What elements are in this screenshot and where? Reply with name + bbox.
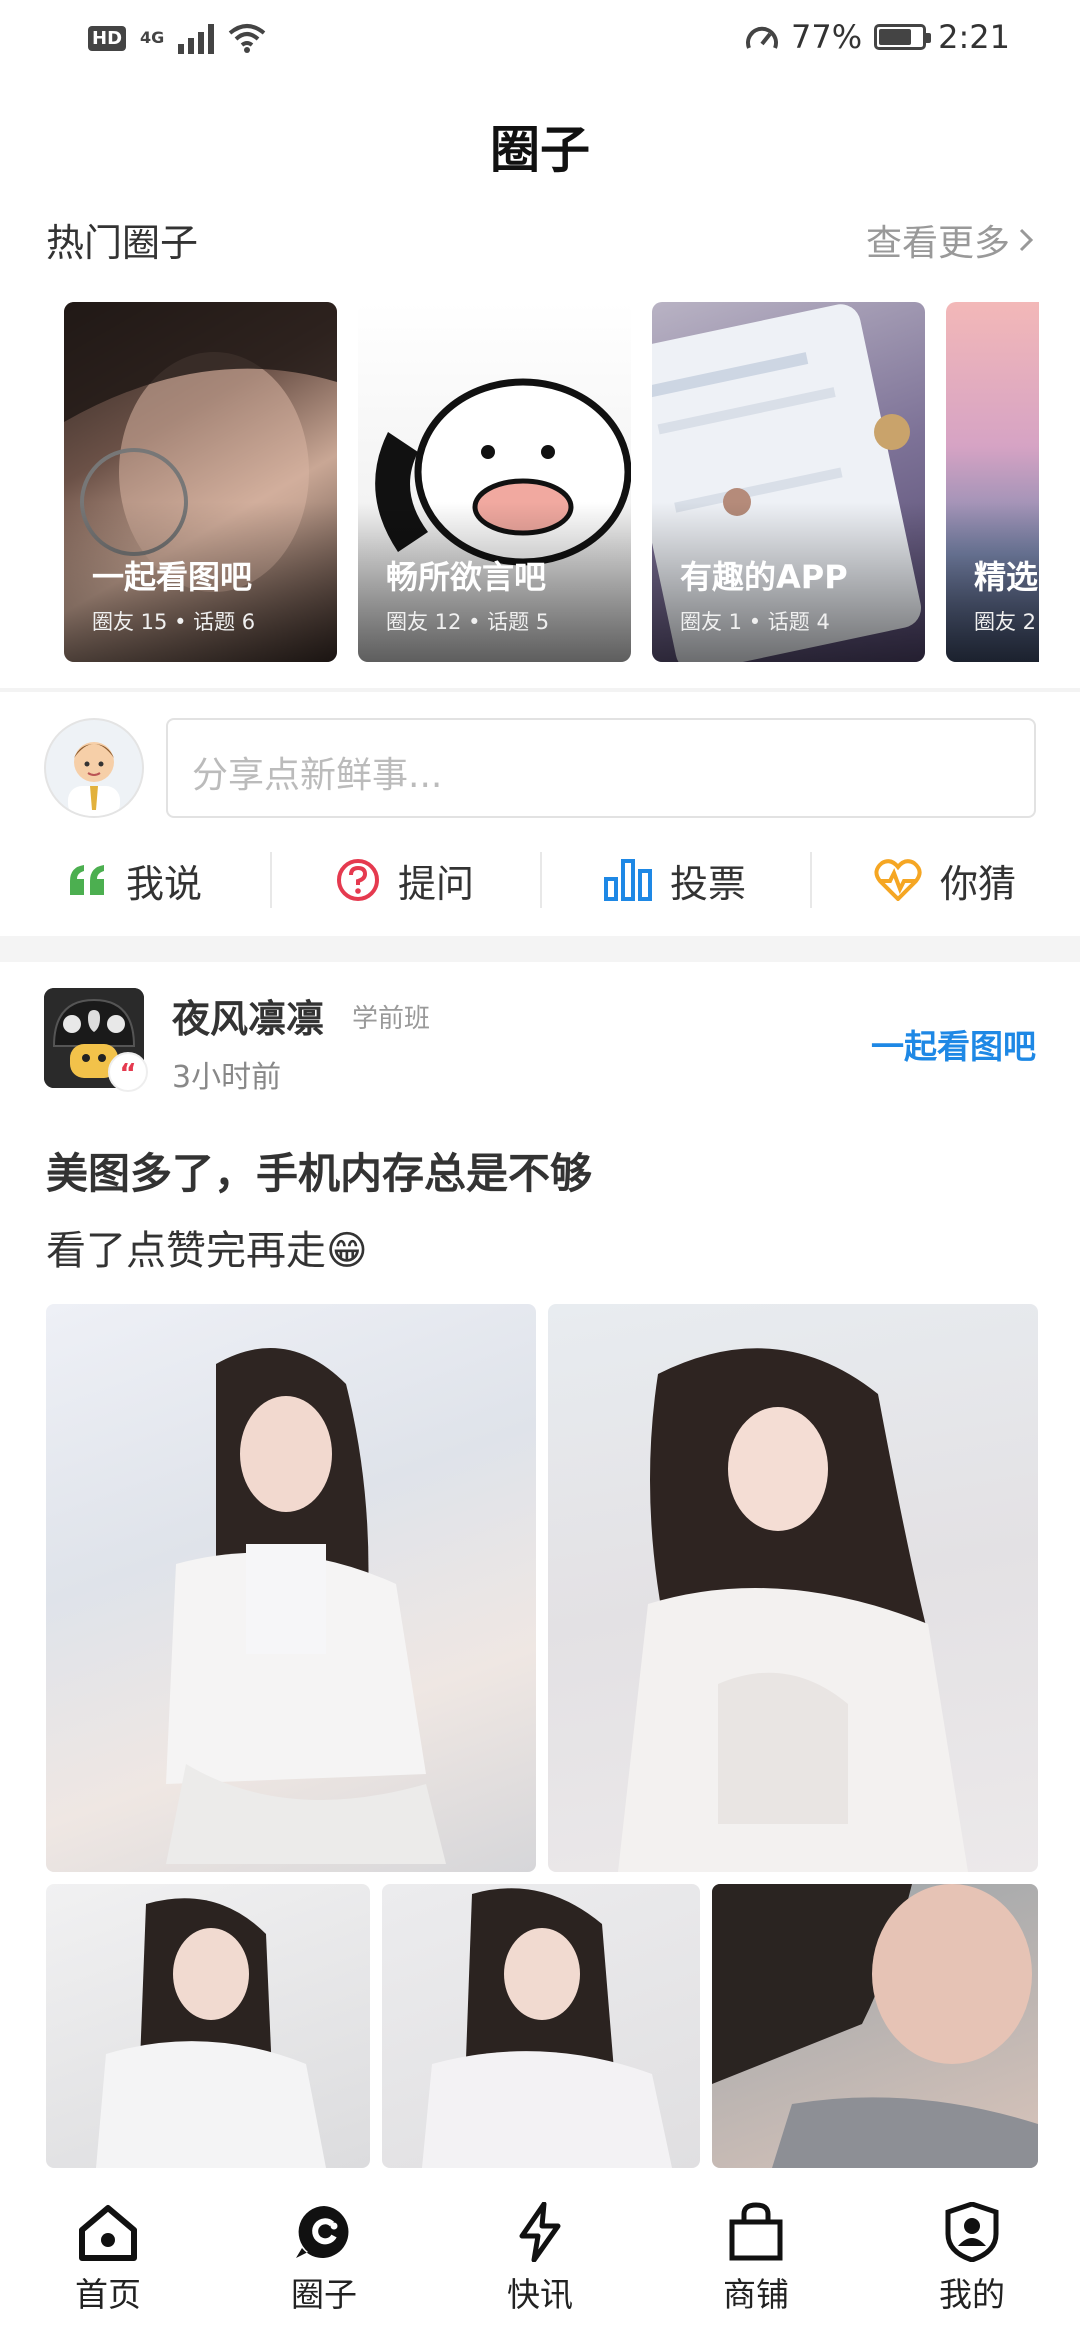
question-icon (336, 859, 379, 901)
home-icon (79, 2205, 137, 2261)
tab-label: 首页 (75, 2275, 141, 2314)
post-image[interactable] (548, 1304, 1038, 1872)
lightning-icon (519, 2202, 561, 2262)
heart-pulse-icon (874, 859, 922, 901)
feed-separator (0, 936, 1080, 962)
circle-card[interactable]: 精选 圈友 2 (946, 302, 1039, 662)
circle-card-stats: 圈友 12 • 话题 5 (386, 610, 550, 634)
circle-card[interactable]: 畅所欲言吧 圈友 12 • 话题 5 (358, 302, 631, 662)
tab-shop[interactable]: 商铺 (648, 2178, 864, 2340)
post-title[interactable]: 美图多了，手机内存总是不够 (46, 1140, 592, 1201)
network-type: 4G (140, 28, 165, 47)
section-divider (0, 688, 1080, 692)
hd-badge: HD (88, 25, 127, 51)
post-image[interactable] (46, 1884, 370, 2168)
tab-label: 快讯 (507, 2275, 573, 2314)
post-image-content (422, 1888, 672, 2168)
post-body[interactable]: 看了点赞完再走😁 (46, 1218, 368, 1276)
circle-card-name: 有趣的APP (680, 558, 848, 596)
action-label: 投票 (669, 861, 746, 906)
circle-card-name: 一起看图吧 (92, 558, 253, 596)
user-shield-icon (945, 2202, 999, 2262)
see-more-label: 查看更多 (865, 222, 1010, 264)
battery-icon (874, 24, 932, 50)
hot-circles-carousel[interactable]: 一起看图吧 圈友 15 • 话题 6 畅所欲言吧 圈友 12 • 话题 5 有趣… (64, 302, 1039, 662)
post-image-content (712, 1884, 1038, 2168)
post-image[interactable] (712, 1884, 1038, 2168)
action-ask[interactable]: 提问 (270, 840, 540, 920)
post-circle-link[interactable]: 一起看图吧 (871, 1020, 1036, 1068)
see-more-link[interactable]: 查看更多 (866, 214, 1034, 266)
action-guess[interactable]: 你猜 (810, 840, 1080, 920)
chevron-right-icon (1019, 228, 1034, 251)
post-image-content (166, 1348, 446, 1864)
post-author-name[interactable]: 夜风凛凛 (172, 988, 324, 1043)
circle-card-stats: 圈友 2 (974, 610, 1037, 634)
circle-card-name: 畅所欲言吧 (386, 558, 547, 596)
action-say[interactable]: 我说 (0, 840, 270, 920)
post-image-content (618, 1348, 968, 1872)
tab-label: 圈子 (291, 2275, 357, 2314)
action-vote[interactable]: 投票 (540, 840, 810, 920)
circle-card-name: 精选 (974, 558, 1039, 596)
circle-card[interactable]: 有趣的APP 圈友 1 • 话题 4 (652, 302, 925, 662)
bar-chart-icon (603, 859, 652, 901)
circle-card-stats: 圈友 15 • 话题 6 (92, 610, 256, 634)
battery-fill (879, 29, 912, 45)
post-image-content (96, 1898, 326, 2168)
clock: 2:21 (938, 18, 1010, 56)
circle-chat-icon (296, 2206, 349, 2258)
tab-circles[interactable]: 圈子 (216, 2178, 432, 2340)
circle-card[interactable]: 一起看图吧 圈友 15 • 话题 6 (64, 302, 337, 662)
current-user-avatar[interactable] (44, 718, 144, 818)
composer-input[interactable]: 分享点新鲜事... (166, 718, 1036, 818)
status-icons-left: HD 4G (88, 22, 266, 54)
quote-icon (69, 865, 104, 895)
quote-badge-icon: “ (108, 1052, 148, 1092)
user-avatar-illustration (68, 742, 120, 816)
status-bar: HD 4G 77% 2:21 (0, 0, 1080, 80)
composer-placeholder: 分享点新鲜事... (192, 755, 443, 796)
wifi-icon (229, 24, 266, 53)
post-type-actions: 我说 提问 投票 你猜 (0, 840, 1080, 920)
tab-me[interactable]: 我的 (864, 2178, 1080, 2340)
shopping-bag-icon (729, 2202, 783, 2261)
tab-news[interactable]: 快讯 (432, 2178, 648, 2340)
action-label: 你猜 (939, 861, 1016, 906)
circle-card-stats: 圈友 1 • 话题 4 (680, 610, 830, 634)
tab-label: 商铺 (723, 2275, 789, 2314)
post-author-level: 学前班 (352, 1004, 431, 1034)
hot-circles-header: 热门圈子 查看更多 (46, 212, 1034, 267)
status-icons-right: 77% 2:21 (745, 18, 1010, 56)
bottom-tab-bar: 首页 圈子 快讯 商铺 我的 (0, 2178, 1080, 2340)
post-image[interactable] (382, 1884, 700, 2168)
battery-percent: 77% (791, 18, 863, 56)
page-title: 圈子 (490, 121, 590, 179)
tab-home[interactable]: 首页 (0, 2178, 216, 2340)
action-label: 提问 (397, 861, 474, 906)
speedometer-icon (746, 26, 778, 49)
post-timestamp: 3小时前 (172, 1060, 282, 1095)
signal-icon (178, 22, 215, 54)
post-image[interactable] (46, 1304, 536, 1872)
hot-circles-title: 热门圈子 (46, 221, 199, 265)
tab-label: 我的 (939, 2275, 1005, 2314)
action-label: 我说 (125, 861, 202, 906)
